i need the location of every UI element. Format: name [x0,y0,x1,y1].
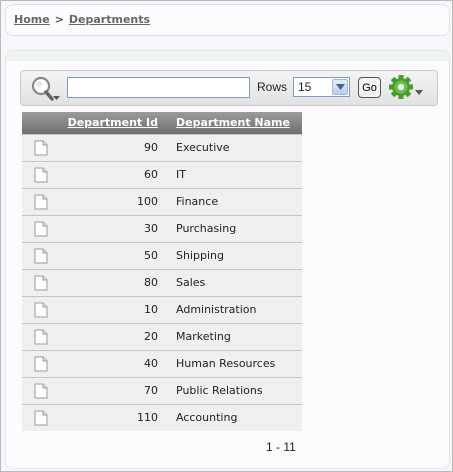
department-name-cell: Administration [164,295,302,323]
document-icon[interactable] [34,221,56,237]
document-icon[interactable] [34,329,56,345]
edit-cell[interactable] [22,376,60,404]
go-button[interactable]: Go [358,77,381,98]
document-icon[interactable] [34,140,56,156]
department-id-cell: 20 [60,322,164,350]
document-icon[interactable] [34,248,56,264]
document-icon[interactable] [34,302,56,318]
table-row: 20 Marketing [22,322,302,350]
department-id-cell: 50 [60,241,164,269]
department-name-cell: Sales [164,268,302,296]
table-row: 80 Sales [22,268,302,296]
document-icon[interactable] [34,275,56,291]
department-name-cell: IT [164,160,302,188]
search-bar: Rows 15 Go [20,70,438,106]
chevron-down-icon[interactable] [332,79,348,95]
table-row: 60 IT [22,160,302,188]
edit-cell[interactable] [22,403,60,431]
table-body: 90 Executive 60 IT 100 Finance 30 Purchasing 50 S… [22,133,302,431]
search-input[interactable] [67,77,250,98]
report-table: Department Id Department Name 90 Executiv… [22,112,302,431]
page-frame: Home > Departments Rows 15 Go Department… [0,0,453,472]
column-header-department-id[interactable]: Department Id [60,112,164,134]
edit-cell[interactable] [22,295,60,323]
gear-icon[interactable] [388,73,428,103]
rows-label: Rows [257,80,288,94]
document-icon[interactable] [34,383,56,399]
table-row: 50 Shipping [22,241,302,269]
sort-department-name-link[interactable]: Department Name [176,116,290,129]
column-header-department-name[interactable]: Department Name [164,112,302,134]
table-row: 90 Executive [22,133,302,161]
department-id-cell: 10 [60,295,164,323]
table-row: 30 Purchasing [22,214,302,242]
document-icon[interactable] [34,194,56,210]
department-name-cell: Accounting [164,403,302,431]
rows-select-value: 15 [298,80,312,94]
edit-cell[interactable] [22,160,60,188]
breadcrumb-region: Home > Departments [5,4,450,36]
department-name-cell: Executive [164,133,302,161]
department-name-cell: Finance [164,187,302,215]
department-name-cell: Public Relations [164,376,302,404]
department-id-cell: 60 [60,160,164,188]
edit-cell[interactable] [22,268,60,296]
department-name-cell: Shipping [164,241,302,269]
document-icon[interactable] [34,356,56,372]
edit-cell[interactable] [22,349,60,377]
edit-cell[interactable] [22,241,60,269]
search-icon[interactable] [29,75,61,103]
report-region: Rows 15 Go Department Id Department Name… [5,50,450,469]
rows-select[interactable]: 15 [293,77,350,97]
edit-cell[interactable] [22,322,60,350]
table-row: 100 Finance [22,187,302,215]
department-name-cell: Human Resources [164,349,302,377]
department-id-cell: 80 [60,268,164,296]
breadcrumb-departments-link[interactable]: Departments [69,13,150,26]
department-name-cell: Purchasing [164,214,302,242]
breadcrumb-home-link[interactable]: Home [14,13,50,26]
table-row: 70 Public Relations [22,376,302,404]
table-row: 40 Human Resources [22,349,302,377]
document-icon[interactable] [34,167,56,183]
breadcrumb-separator: > [54,13,64,26]
table-row: 110 Accounting [22,403,302,431]
pagination-range: 1 - 11 [266,440,296,454]
table-header-row: Department Id Department Name [22,112,302,134]
edit-cell[interactable] [22,133,60,161]
document-icon[interactable] [34,410,56,426]
breadcrumb: Home > Departments [14,13,150,26]
edit-cell[interactable] [22,214,60,242]
department-id-cell: 30 [60,214,164,242]
department-name-cell: Marketing [164,322,302,350]
department-id-cell: 70 [60,376,164,404]
department-id-cell: 40 [60,349,164,377]
table-row: 10 Administration [22,295,302,323]
edit-column-header [22,112,60,134]
department-id-cell: 90 [60,133,164,161]
sort-department-id-link[interactable]: Department Id [68,116,158,129]
department-id-cell: 110 [60,403,164,431]
edit-cell[interactable] [22,187,60,215]
department-id-cell: 100 [60,187,164,215]
